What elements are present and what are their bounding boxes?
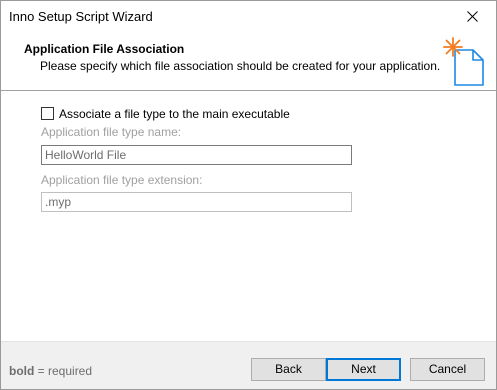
title-bar: Inno Setup Script Wizard — [1, 1, 496, 32]
back-button[interactable]: Back — [251, 358, 326, 381]
close-icon — [467, 11, 478, 22]
associate-checkbox[interactable] — [41, 107, 54, 120]
required-legend: bold = required — [9, 364, 92, 378]
type-extension-label: Application file type extension: — [41, 173, 203, 187]
type-extension-input[interactable]: .myp — [41, 192, 352, 212]
associate-checkbox-row[interactable]: Associate a file type to the main execut… — [41, 106, 290, 121]
next-button[interactable]: Next — [326, 358, 401, 381]
cancel-button[interactable]: Cancel — [410, 358, 485, 381]
required-legend-bold: bold — [9, 364, 35, 378]
type-name-label: Application file type name: — [41, 125, 182, 139]
window-title: Inno Setup Script Wizard — [9, 9, 153, 24]
new-document-icon — [443, 37, 484, 86]
wizard-content: Associate a file type to the main execut… — [1, 92, 496, 340]
required-legend-text: = required — [34, 364, 93, 378]
associate-checkbox-label[interactable]: Associate a file type to the main execut… — [59, 107, 290, 121]
wizard-window: Inno Setup Script Wizard Application Fil… — [0, 0, 497, 390]
wizard-footer: bold = required Back Next Cancel — [1, 342, 496, 389]
page-title: Application File Association — [24, 42, 185, 56]
type-name-input[interactable]: HelloWorld File — [41, 145, 352, 165]
wizard-header: Application File Association Please spec… — [1, 32, 496, 90]
page-subtitle: Please specify which file association sh… — [40, 59, 441, 73]
close-button[interactable] — [450, 1, 496, 32]
